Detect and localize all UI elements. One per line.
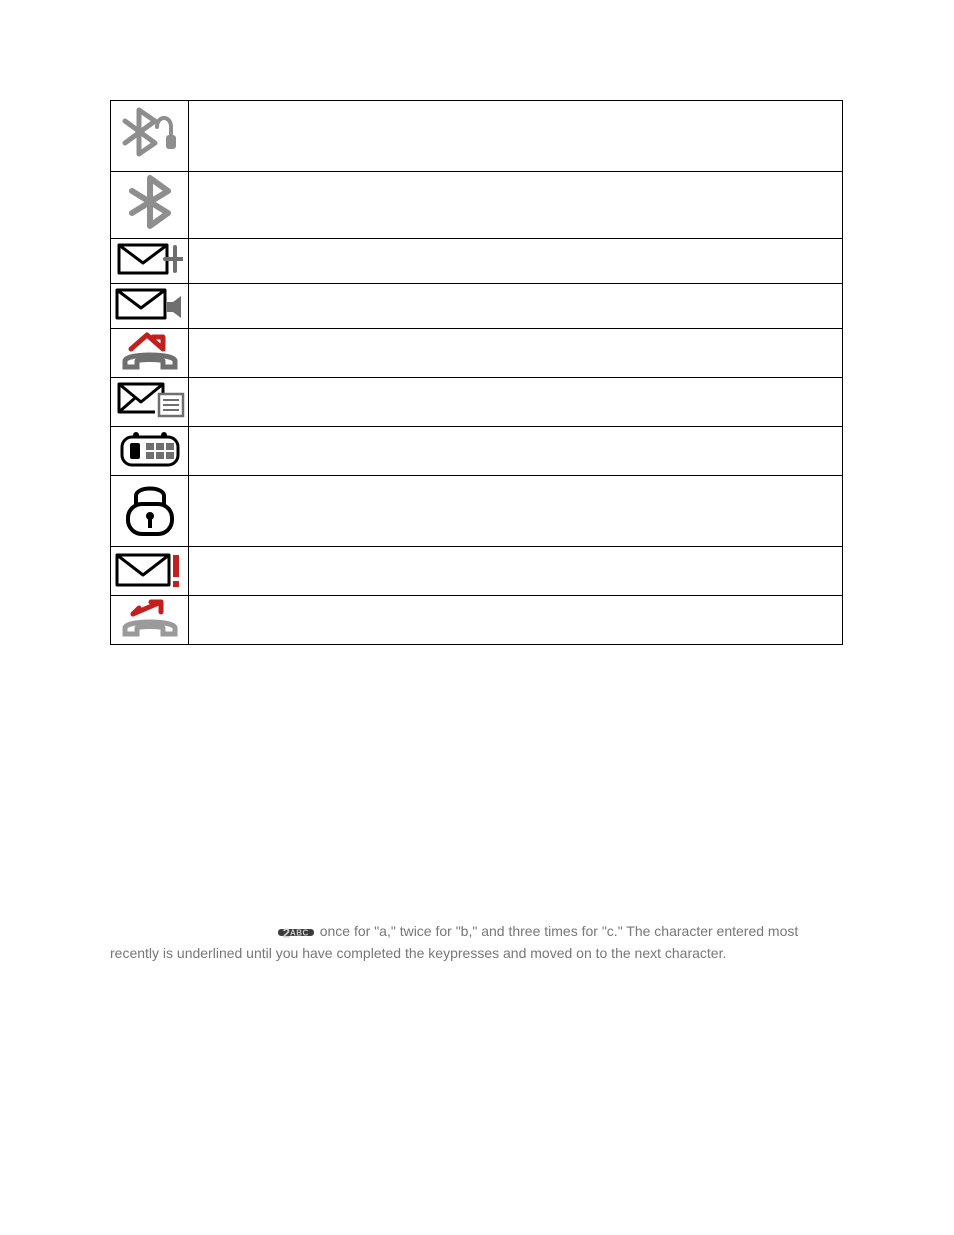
keypad-2-abc-icon: 2ABC <box>278 929 314 935</box>
text-basics-section: Text basics Entering text <box>110 685 844 757</box>
icon-cell <box>111 427 189 476</box>
section-body: In various places on your device you wil… <box>110 775 844 965</box>
icon-cell <box>111 329 189 378</box>
table-row: New SMS/MMS – a new text or multimedia m… <box>111 239 843 284</box>
description-text: Draft Message Saved – indicates a draft … <box>193 380 838 396</box>
table-row: Bluetooth connected – Bluetooth is turne… <box>111 172 843 239</box>
description-text: Bluetooth connected – Bluetooth is turne… <box>193 174 838 190</box>
section-heading: Text basics <box>110 685 844 721</box>
document-page: Bluetooth Audio connected – connected to… <box>0 0 954 1235</box>
section-subheading: Entering text <box>110 729 844 757</box>
table-row: Inbox Message Full – your SMS / MMS Inbo… <box>111 547 843 596</box>
envelope-list-icon <box>115 380 187 420</box>
icon-cell <box>111 239 189 284</box>
description-text: Missed Call – an incoming call was misse… <box>193 331 838 347</box>
bluetooth-icon <box>123 174 177 230</box>
keypad-letters: ABC <box>290 929 309 938</box>
icon-description: Bluetooth Audio connected – connected to… <box>189 101 843 172</box>
table-row: Missed Appointment – a calendar appointm… <box>111 427 843 476</box>
icon-description: Sending Event Failed – indicates a call … <box>189 596 843 645</box>
table-row: Draft Message Saved – indicates a draft … <box>111 378 843 427</box>
table-row: Bluetooth Audio connected – connected to… <box>111 101 843 172</box>
bluetooth-headset-icon <box>119 103 181 161</box>
icon-cell <box>111 547 189 596</box>
icon-description: Missed Call – an incoming call was misse… <box>189 329 843 378</box>
intro-paragraph: In various places on your device you wil… <box>110 775 844 840</box>
table-row: New VVM – a new Visual Voice Mail has ar… <box>111 284 843 329</box>
icon-cell <box>111 284 189 329</box>
description-text: Missed Appointment – a calendar appointm… <box>193 429 838 445</box>
calendar-appointment-icon <box>118 429 182 469</box>
envelope-alert-icon <box>115 549 185 589</box>
icon-cell <box>111 378 189 427</box>
icon-description: Bluetooth connected – Bluetooth is turne… <box>189 172 843 239</box>
icon-cell <box>111 596 189 645</box>
outgoing-call-icon <box>119 598 181 638</box>
icon-description: Missed Appointment – a calendar appointm… <box>189 427 843 476</box>
description-text: New VVM – a new Visual Voice Mail has ar… <box>193 286 838 302</box>
multipress-heading: Multipress text input mode <box>110 850 288 866</box>
multipress-paragraph: In Multipress mode, you enter a characte… <box>110 878 844 965</box>
icon-cell <box>111 476 189 547</box>
table-row: Sending Event Failed – indicates a call … <box>111 596 843 645</box>
icon-cell <box>111 101 189 172</box>
description-text: Inbox Message Full – your SMS / MMS Inbo… <box>193 549 838 565</box>
missed-call-icon <box>119 331 181 371</box>
envelope-plus-icon <box>117 241 183 277</box>
description-text: Key Lock Enabled – the standby screen is… <box>193 478 838 494</box>
icon-cell <box>111 172 189 239</box>
keypad-number: 2 <box>283 926 290 941</box>
description-text: Sending Event Failed – indicates a call … <box>193 598 838 614</box>
lock-icon <box>122 478 178 538</box>
icon-description: New SMS/MMS – a new text or multimedia m… <box>189 239 843 284</box>
table-row: Missed Call – an incoming call was misse… <box>111 329 843 378</box>
description-text: New SMS/MMS – a new text or multimedia m… <box>193 241 838 257</box>
description-text: Bluetooth Audio connected – connected to… <box>193 103 838 119</box>
envelope-speaker-icon <box>115 286 185 322</box>
status-icons-table: Bluetooth Audio connected – connected to… <box>110 100 843 645</box>
icon-description: Key Lock Enabled – the standby screen is… <box>189 476 843 547</box>
icon-description: New VVM – a new Visual Voice Mail has ar… <box>189 284 843 329</box>
icon-description: Inbox Message Full – your SMS / MMS Inbo… <box>189 547 843 596</box>
table-row: Key Lock Enabled – the standby screen is… <box>111 476 843 547</box>
icon-description: Draft Message Saved – indicates a draft … <box>189 378 843 427</box>
